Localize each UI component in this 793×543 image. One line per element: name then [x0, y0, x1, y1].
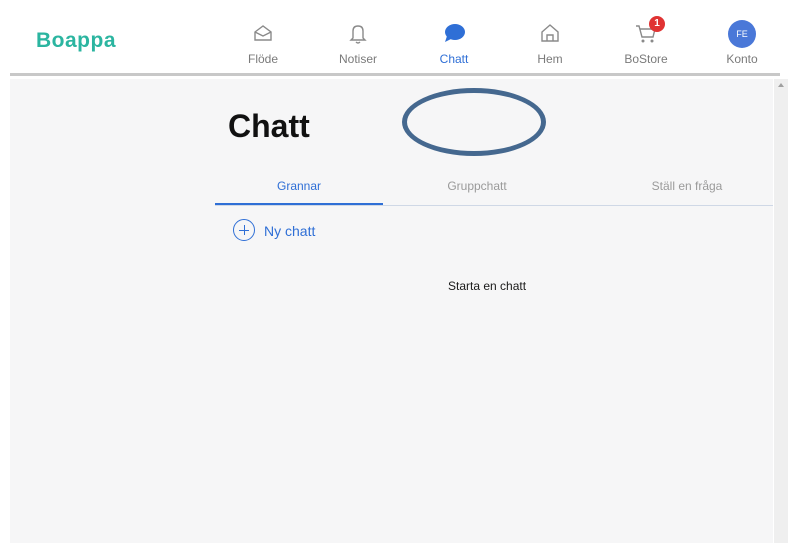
nav-item-flode[interactable]: Flöde [223, 20, 303, 70]
nav-item-bostore[interactable]: 1 BoStore [606, 16, 686, 70]
nav-item-konto[interactable]: FE Konto [702, 20, 782, 70]
home-icon [537, 20, 563, 46]
nav-item-notiser[interactable]: Notiser [318, 20, 398, 70]
chat-bubble-icon [441, 20, 467, 46]
nav-label: Notiser [338, 52, 377, 66]
empty-state-message: Starta en chatt [448, 279, 527, 293]
page-title: Chatt [228, 108, 310, 144]
nav-label: Flöde [247, 52, 279, 66]
bell-icon [345, 20, 371, 46]
nav-label: Konto [726, 52, 758, 66]
inbox-icon [250, 20, 276, 46]
cart-badge: 1 [649, 16, 665, 32]
plus-circle-icon [233, 219, 255, 241]
app-logo[interactable]: Boappa [36, 29, 116, 53]
nav-item-hem[interactable]: Hem [510, 20, 590, 70]
top-navigation-bar: Boappa Flöde Notiser Chatt Hem 1 BoStore… [10, 10, 780, 76]
main-content [10, 79, 773, 543]
chat-tabs: Grannar Gruppchatt Ställ en fråga [215, 172, 773, 206]
annotation-circle [402, 88, 546, 156]
new-chat-label: Ny chatt [264, 223, 316, 239]
nav-label: Hem [537, 52, 563, 66]
tab-grannar[interactable]: Grannar [215, 172, 383, 205]
nav-item-chatt[interactable]: Chatt [414, 20, 494, 70]
cart-icon: 1 [633, 16, 665, 46]
tab-stall-en-fraga[interactable]: Ställ en fråga [603, 172, 771, 204]
nav-label: BoStore [624, 52, 668, 66]
nav-label: Chatt [439, 52, 469, 66]
app-window: Boappa Flöde Notiser Chatt Hem 1 BoStore… [0, 0, 793, 543]
avatar: FE [728, 20, 756, 48]
scroll-up-icon[interactable] [778, 83, 784, 87]
vertical-scrollbar[interactable] [774, 79, 788, 543]
tab-gruppchatt[interactable]: Gruppchatt [393, 172, 561, 204]
